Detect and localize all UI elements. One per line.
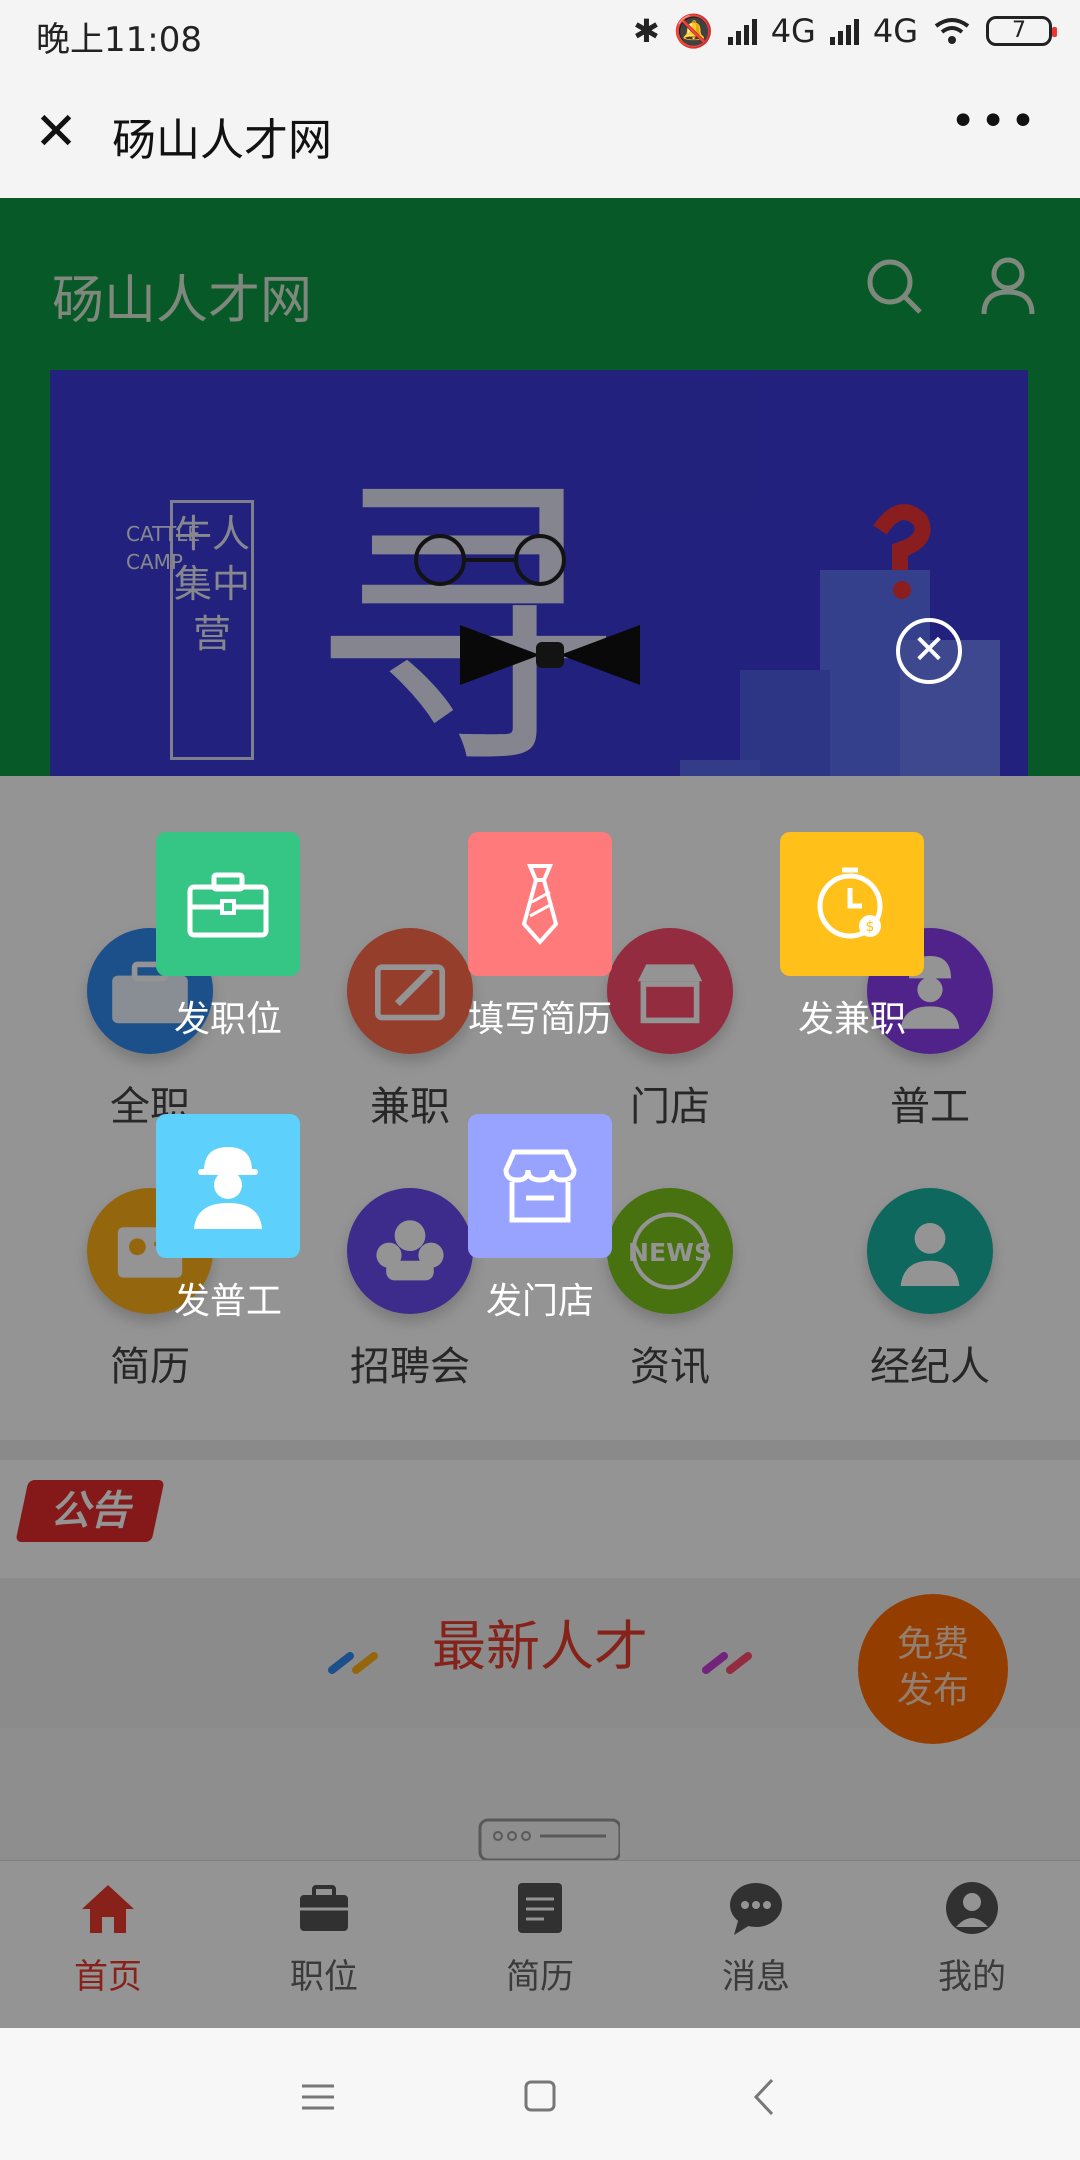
network-type-1: 4G [770, 12, 816, 50]
mute-bell-icon: 🔕 [673, 12, 714, 50]
battery-icon: 7 [986, 16, 1057, 46]
clock-icon: $ [817, 867, 883, 939]
status-bar: 晚上11:08 ✱ 🔕 4G 4G 7 [0, 0, 1080, 68]
publish-job-label: 发职位 [173, 999, 282, 1040]
network-type-2: 4G [872, 12, 918, 50]
more-icon[interactable]: ••• [950, 96, 1040, 147]
fill-resume-tile [468, 832, 612, 976]
page-title: 砀山人才网 [112, 115, 332, 166]
publish-job-button[interactable]: 发职位 [128, 832, 328, 1042]
publish-worker-tile [156, 1114, 300, 1258]
publish-parttime-button[interactable]: $ 发兼职 [752, 832, 952, 1042]
system-nav-bar [0, 2028, 1080, 2160]
signal-icon-2 [829, 17, 859, 45]
briefcase-icon [187, 872, 269, 938]
overlay-close-icon[interactable]: ✕ [896, 618, 962, 684]
publish-worker-button[interactable]: 发普工 [128, 1114, 328, 1324]
publish-overlay[interactable] [0, 198, 1080, 2028]
publish-store-tile [468, 1114, 612, 1258]
menu-icon[interactable] [288, 2072, 348, 2122]
publish-parttime-tile: $ [780, 832, 924, 976]
publish-job-tile [156, 832, 300, 976]
publish-worker-label: 发普工 [173, 1281, 282, 1322]
fill-resume-label: 填写简历 [467, 999, 612, 1040]
publish-store-button[interactable]: 发门店 [440, 1114, 640, 1324]
close-icon[interactable]: ✕ [30, 106, 82, 158]
home-button-icon[interactable] [510, 2072, 570, 2122]
bluetooth-icon: ✱ [633, 12, 660, 50]
worker-icon [194, 1147, 262, 1229]
publish-parttime-label: 发兼职 [797, 999, 906, 1040]
status-icons: ✱ 🔕 4G 4G 7 [633, 12, 1057, 50]
fill-resume-button[interactable]: 填写简历 [440, 832, 640, 1042]
store-icon [503, 1149, 577, 1223]
wifi-icon [934, 18, 970, 44]
status-time: 晚上11:08 [36, 20, 202, 60]
back-icon[interactable] [736, 2072, 796, 2122]
signal-icon [727, 17, 757, 45]
publish-store-label: 发门店 [485, 1281, 594, 1322]
svg-text:$: $ [866, 919, 875, 935]
wechat-top-bar: ✕ 砀山人才网 ••• [0, 68, 1080, 198]
tie-icon [521, 864, 559, 946]
